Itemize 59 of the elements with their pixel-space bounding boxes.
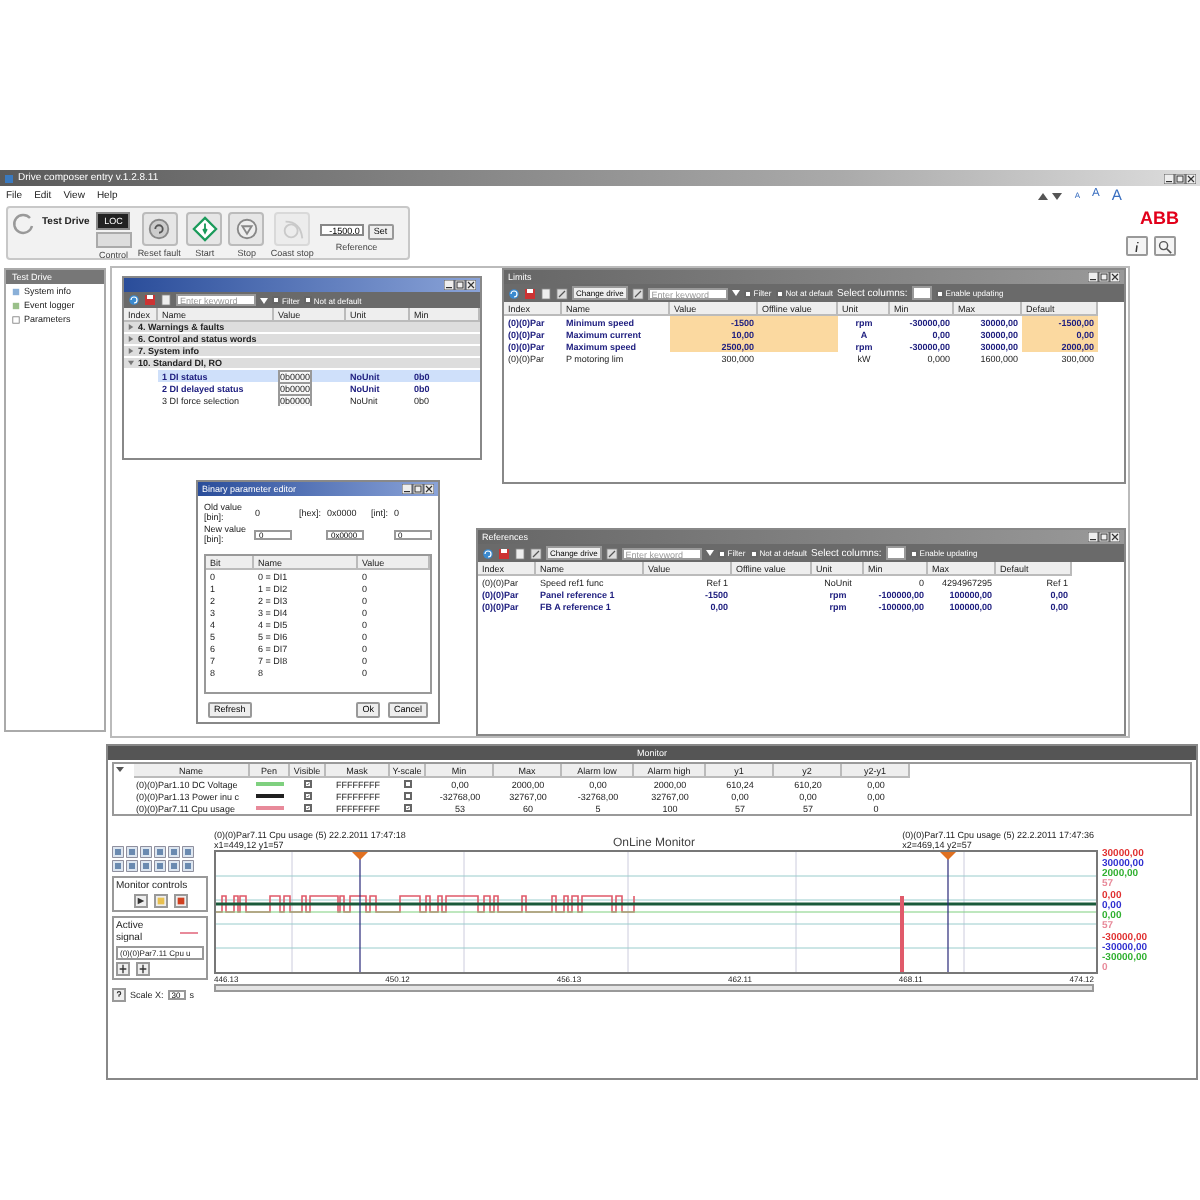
checkbox[interactable] [717,549,726,557]
control-button[interactable] [133,894,147,908]
reset-icon [146,216,173,242]
collapse-arrow-icon [128,360,134,366]
checkbox[interactable] [404,803,412,811]
toolbar-button[interactable] [141,212,178,246]
stop-icon [233,216,260,242]
checkbox[interactable] [304,791,312,799]
checkbox[interactable] [304,779,312,787]
edit-icon[interactable] [530,547,542,559]
pen-line [179,931,198,933]
search-icon [1158,239,1172,253]
collapse-arrow-icon[interactable] [114,764,126,774]
window-controls-icon[interactable] [1088,272,1120,282]
refresh-icon[interactable] [12,212,36,236]
columns-dropdown[interactable] [885,546,906,560]
cursor-icon [118,964,128,974]
logo: ABB [1140,208,1179,228]
dropdown-caret-icon[interactable] [731,290,740,296]
search-button[interactable] [1154,236,1176,256]
checkbox[interactable] [935,289,944,297]
document-icon[interactable] [160,294,172,306]
toolbar-button[interactable] [186,212,223,246]
help-icon [114,990,124,1000]
edit-icon[interactable] [605,547,618,559]
coast-stop-icon [279,216,306,242]
help-button[interactable] [112,988,126,1002]
play-icon [135,896,145,906]
save-icon[interactable] [524,287,536,299]
scrollbar[interactable] [214,984,1094,992]
cursor-icon [138,964,148,974]
dropdown-caret-icon[interactable] [705,550,714,556]
save-icon[interactable] [144,294,156,306]
checkbox[interactable] [272,296,280,304]
checkbox[interactable] [909,549,918,557]
pause-icon [155,896,165,906]
columns-dropdown[interactable] [911,286,932,300]
checkbox[interactable] [404,779,412,787]
info-button[interactable] [1126,236,1148,256]
window-controls-icon[interactable] [444,280,476,290]
edit-icon[interactable] [631,287,644,299]
window-controls-icon[interactable] [1088,532,1120,542]
stop-icon [175,896,185,906]
dropdown-caret-icon[interactable] [260,297,268,303]
checkbox[interactable] [404,791,412,799]
toolbar-button[interactable] [228,212,265,246]
cursor-button[interactable] [116,962,130,976]
cursor-button[interactable] [136,962,150,976]
window-controls-icon[interactable] [402,484,434,494]
start-icon [191,216,218,242]
checkbox[interactable] [304,803,312,811]
checkbox[interactable] [743,289,752,297]
window-controls-icon[interactable] [1164,173,1196,183]
edit-icon[interactable] [556,287,568,299]
document-icon[interactable] [540,287,552,299]
save-icon[interactable] [498,547,510,559]
app-icon [4,173,14,183]
sort-arrows-icon[interactable] [1038,192,1063,200]
document-icon[interactable] [514,547,526,559]
